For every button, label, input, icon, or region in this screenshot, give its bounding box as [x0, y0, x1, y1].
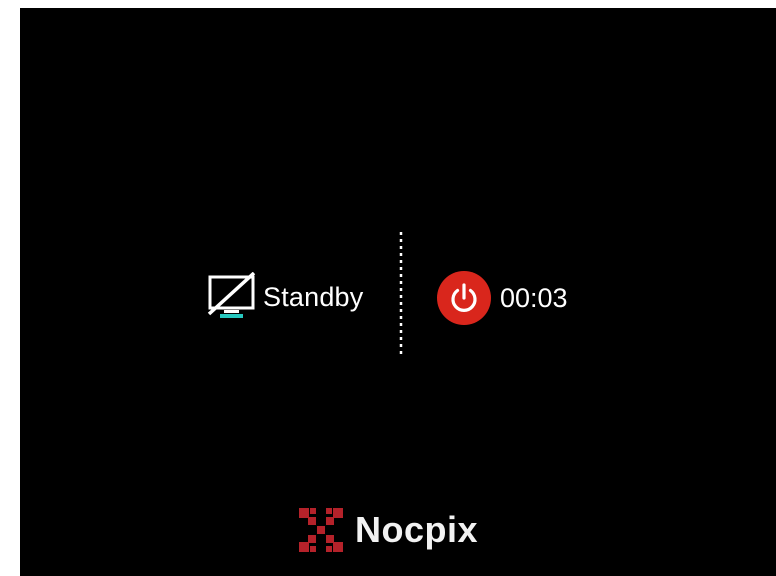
standby-status: Standby — [207, 272, 363, 322]
power-icon — [451, 283, 477, 312]
countdown-timer: 00:03 — [500, 282, 568, 313]
display-off-icon — [207, 272, 256, 318]
power-off-timer: 00:03 — [437, 271, 568, 325]
brand-name: Nocpix — [355, 509, 479, 550]
brand-logo: Nocpix — [297, 505, 478, 555]
standby-label: Standby — [263, 281, 364, 312]
dotted-divider — [399, 232, 403, 358]
device-screen: Standby 00:03 Nocpix — [20, 8, 776, 576]
power-button[interactable] — [437, 271, 491, 325]
nocpix-logo-mark-icon — [299, 508, 343, 552]
